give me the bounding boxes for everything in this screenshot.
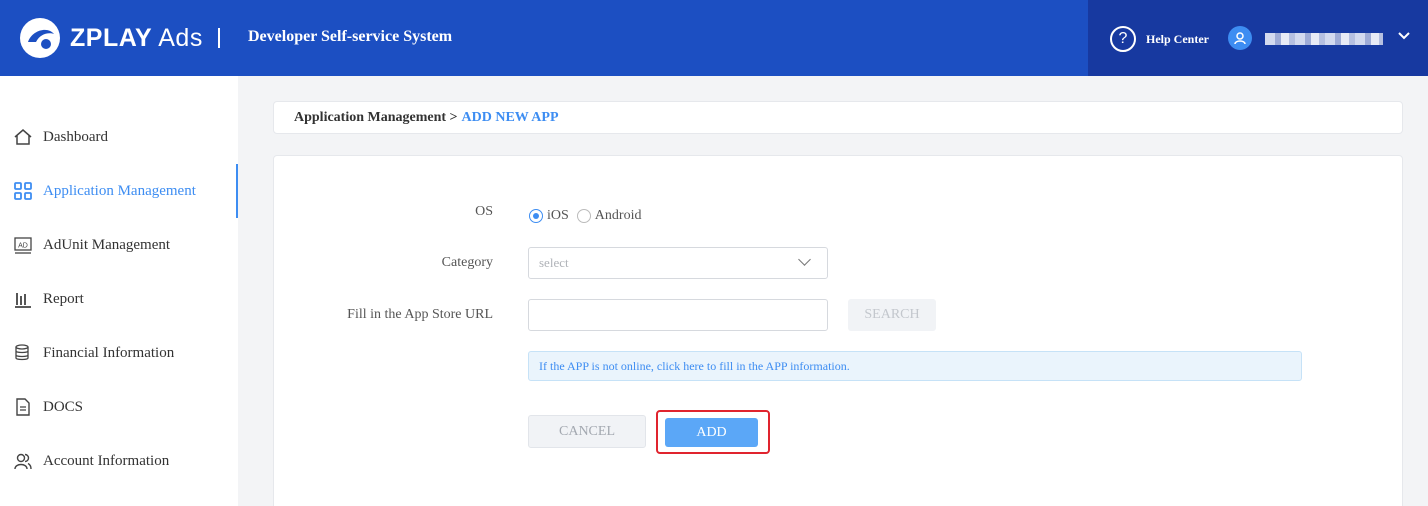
app-store-url-label: Fill in the App Store URL [347, 307, 493, 322]
document-icon [12, 396, 34, 418]
sidebar-item-label: Report [43, 290, 84, 307]
sidebar: Dashboard Application Management AD AdUn… [0, 76, 238, 506]
svg-text:AD: AD [18, 243, 28, 250]
sidebar-item-report[interactable]: Report [0, 272, 238, 326]
sidebar-item-account-information[interactable]: Account Information [0, 434, 238, 488]
os-option-label: iOS [547, 208, 569, 223]
breadcrumb-current: ADD NEW APP [461, 109, 559, 125]
sidebar-item-docs[interactable]: DOCS [0, 380, 238, 434]
help-center-label: Help Center [1146, 31, 1209, 46]
coins-icon [12, 342, 34, 364]
category-select[interactable]: select [528, 247, 828, 279]
grid-icon [12, 180, 34, 202]
chevron-down-icon[interactable] [1398, 28, 1410, 44]
ad-icon: AD [12, 234, 34, 256]
category-placeholder: select [539, 255, 569, 270]
user-icon[interactable] [1228, 26, 1252, 50]
help-center-link[interactable]: ? Help Center [1110, 26, 1209, 52]
header-divider [218, 28, 220, 48]
top-header: ZPLAY Ads Developer Self-service System … [0, 0, 1428, 76]
sidebar-item-label: AdUnit Management [43, 236, 171, 253]
user-name-blurred[interactable] [1265, 33, 1383, 45]
add-button[interactable]: ADD [665, 418, 758, 447]
sidebar-item-application-management[interactable]: Application Management [0, 164, 238, 218]
search-button[interactable]: SEARCH [848, 299, 936, 331]
sidebar-item-label: DOCS [43, 398, 84, 415]
os-radio-group: iOS Android [529, 208, 649, 224]
bar-chart-icon [12, 288, 34, 310]
chevron-down-icon [798, 253, 811, 266]
sidebar-item-label: Financial Information [43, 344, 175, 361]
users-icon [12, 450, 34, 472]
sidebar-item-financial-information[interactable]: Financial Information [0, 326, 238, 380]
cancel-button[interactable]: CANCEL [528, 415, 646, 448]
os-label: OS [475, 204, 493, 219]
zplay-logo-icon [20, 18, 60, 58]
radio-checked-icon [529, 209, 543, 223]
logo[interactable]: ZPLAY Ads [18, 16, 203, 60]
sidebar-item-label: Application Management [43, 182, 196, 199]
os-radio-ios[interactable]: iOS [529, 208, 569, 224]
logo-text: ZPLAY Ads [70, 23, 203, 52]
breadcrumb: Application Management > ADD NEW APP [273, 101, 1403, 134]
os-radio-android[interactable]: Android [576, 208, 642, 224]
sidebar-item-label: Account Information [43, 452, 170, 469]
app-store-url-input[interactable] [528, 299, 828, 331]
os-option-label: Android [594, 208, 642, 223]
question-circle-icon: ? [1110, 26, 1136, 52]
sidebar-item-adunit-management[interactable]: AD AdUnit Management [0, 218, 238, 272]
sidebar-item-dashboard[interactable]: Dashboard [0, 110, 238, 164]
system-title: Developer Self-service System [248, 28, 453, 45]
offline-app-notice-link[interactable]: If the APP is not online, click here to … [528, 351, 1302, 381]
add-app-form-panel: OS iOS Android Category select Fill in t… [273, 155, 1403, 506]
category-label: Category [441, 255, 493, 270]
radio-unchecked-icon [576, 209, 591, 223]
sidebar-item-label: Dashboard [43, 128, 108, 145]
home-icon [12, 126, 34, 148]
breadcrumb-parent[interactable]: Application Management > [294, 110, 458, 126]
